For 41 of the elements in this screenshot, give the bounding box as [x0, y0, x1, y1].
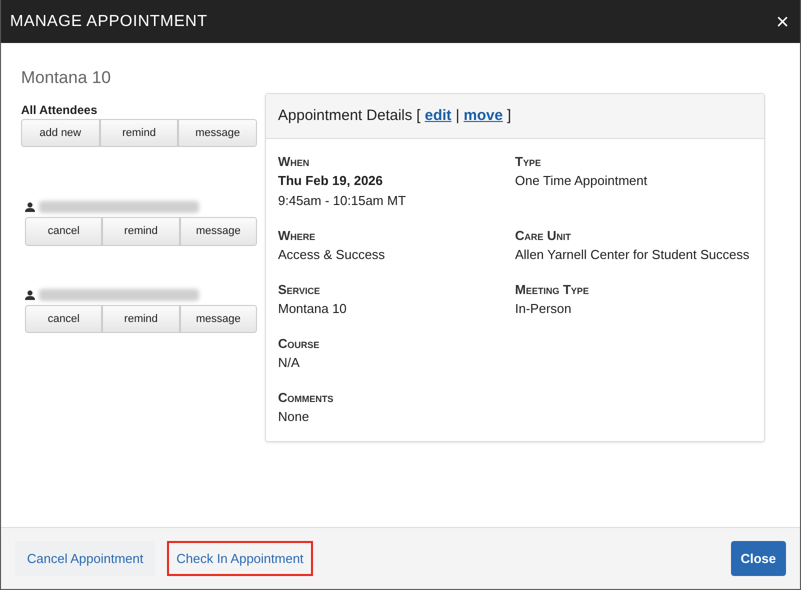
- attendee-action-button[interactable]: message: [178, 118, 258, 147]
- bracket: [: [416, 106, 421, 124]
- edit-link[interactable]: edit: [424, 106, 452, 124]
- separator: |: [456, 106, 460, 124]
- field-label: Meeting Type: [515, 281, 590, 299]
- field-label: Course: [278, 335, 320, 353]
- close-button[interactable]: ×: [774, 10, 791, 32]
- field-value: One Time Appointment: [515, 172, 648, 190]
- field-label: Service: [278, 281, 322, 299]
- footer-link-button[interactable]: Cancel Appointment: [15, 540, 156, 576]
- close-button[interactable]: Close: [730, 540, 786, 576]
- field-value: 9:45am - 10:15am MT: [278, 192, 407, 210]
- attendee-action-button[interactable]: remind: [102, 304, 180, 333]
- field-value: Allen Yarnell Center for Student Success: [515, 246, 750, 264]
- attendee-action-button[interactable]: message: [180, 217, 257, 246]
- attendees-label: All Attendees: [21, 102, 98, 118]
- field-value: In-Person: [515, 300, 572, 318]
- field-label: Type: [515, 153, 542, 171]
- person-icon: [25, 290, 35, 300]
- attendee-action-button[interactable]: message: [180, 304, 257, 333]
- attendee-action-button[interactable]: cancel: [25, 217, 102, 246]
- attendee-action-button[interactable]: cancel: [25, 304, 102, 333]
- field-value: N/A: [278, 354, 301, 372]
- bracket: ]: [507, 106, 512, 124]
- appointment-heading: Montana 10: [21, 67, 112, 89]
- field-value: Thu Feb 19, 2026: [278, 172, 384, 190]
- dialog-title: MANAGE APPOINTMENT: [10, 12, 208, 32]
- field-label: Comments: [278, 389, 334, 407]
- field-label: When: [278, 153, 310, 171]
- card-title: Appointment Details: [278, 106, 414, 124]
- field-label: Care Unit: [515, 227, 572, 245]
- attendee-action-button[interactable]: add new: [21, 118, 100, 147]
- move-link[interactable]: move: [464, 106, 503, 124]
- field-value: Access & Success: [278, 246, 386, 264]
- field-value: None: [278, 408, 310, 426]
- field-label: Where: [278, 227, 316, 245]
- attendee-action-button[interactable]: remind: [102, 217, 180, 246]
- person-icon: [25, 202, 35, 212]
- field-value: Montana 10: [278, 300, 348, 318]
- attendee-action-button[interactable]: remind: [100, 118, 178, 147]
- footer-link-button[interactable]: Check In Appointment: [167, 540, 313, 576]
